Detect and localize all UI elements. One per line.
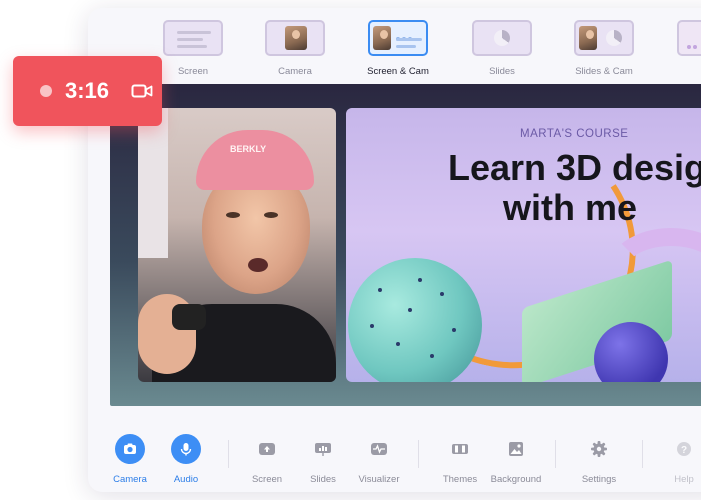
layout-camera-thumbnail [265,20,325,56]
layout-screen-thumbnail [163,20,223,56]
layout-camera-label: Camera [278,66,312,77]
layout-slides[interactable]: Slides [469,20,535,77]
screen-label: Screen [251,474,283,485]
page: Screen Camera Screen & Cam Slides Slides… [0,0,701,500]
themes-label: Themes [442,474,478,485]
camera-button[interactable]: Camera [102,434,158,485]
camera-feed: BERKLY [138,108,336,382]
themes-icon [445,434,475,464]
toolbar-divider [228,440,229,468]
background-button[interactable]: Background [488,434,544,485]
audio-label: Audio [173,474,199,485]
layout-slides-thumbnail [472,20,532,56]
background-label: Background [490,474,542,485]
gear-icon [584,434,614,464]
layout-slides-and-cam-thumbnail [574,20,634,56]
toolbar-divider [418,440,419,468]
slides-label: Slides [310,474,336,485]
recording-time: 3:16 [65,78,110,103]
screen-upload-icon [252,434,282,464]
audio-button[interactable]: Audio [158,434,214,485]
recording-timer-badge[interactable]: 3:16 [13,56,162,126]
slides-icon [308,434,338,464]
themes-button[interactable]: Themes [432,434,488,485]
video-camera-icon [131,83,153,104]
slides-button[interactable]: Slides [295,434,351,485]
toolbar-divider [642,440,643,468]
microphone-prop [172,304,206,330]
recorder-window: Screen Camera Screen & Cam Slides Slides… [88,8,701,492]
camera-icon [115,434,145,464]
help-icon: ? [669,434,699,464]
help-label: Help [674,474,694,485]
layout-more-thumbnail [677,20,701,56]
layout-screen-label: Screen [177,66,209,77]
layout-screen-and-cam-label: Screen & Cam [367,66,429,77]
visualizer-button[interactable]: Visualizer [351,434,407,485]
help-button[interactable]: ? Help [656,434,701,485]
layout-camera[interactable]: Camera [262,20,328,77]
screen-button[interactable]: Screen [239,434,295,485]
visualizer-label: Visualizer [358,474,400,485]
preview-stage: BERKLY MARTA'S COURSE Learn 3D design wi… [110,84,701,406]
layout-screen[interactable]: Screen [160,20,226,77]
toolbar-divider [555,440,556,468]
layout-screen-and-cam-thumbnail [368,20,428,56]
background-image-icon [501,434,531,464]
bottom-toolbar: Camera Audio Screen Slides Visualizer Th… [88,416,701,492]
layout-screen-and-cam[interactable]: Screen & Cam [365,20,431,77]
speckled-sphere [348,258,482,382]
record-dot-icon [40,85,52,97]
settings-label: Settings [581,474,617,485]
slide-heading-line-2: with me [502,187,637,228]
cap-text: BERKLY [230,144,267,154]
svg-text:?: ? [681,445,687,456]
settings-button[interactable]: Settings [571,434,627,485]
layout-slides-and-cam[interactable]: Slides & Cam [571,20,637,77]
course-label: MARTA'S COURSE [520,128,629,140]
slide-preview: MARTA'S COURSE Learn 3D design with me [346,108,701,382]
layout-slides-label: Slides [489,66,515,77]
layout-slides-and-cam-label: Slides & Cam [575,66,633,77]
layout-selector: Screen Camera Screen & Cam Slides Slides… [88,8,701,84]
cap [196,130,314,190]
slide-heading-line-1: Learn 3D design [447,147,701,188]
visualizer-icon [364,434,394,464]
layout-more[interactable] [674,20,701,56]
camera-label: Camera [113,474,147,485]
microphone-icon [171,434,201,464]
